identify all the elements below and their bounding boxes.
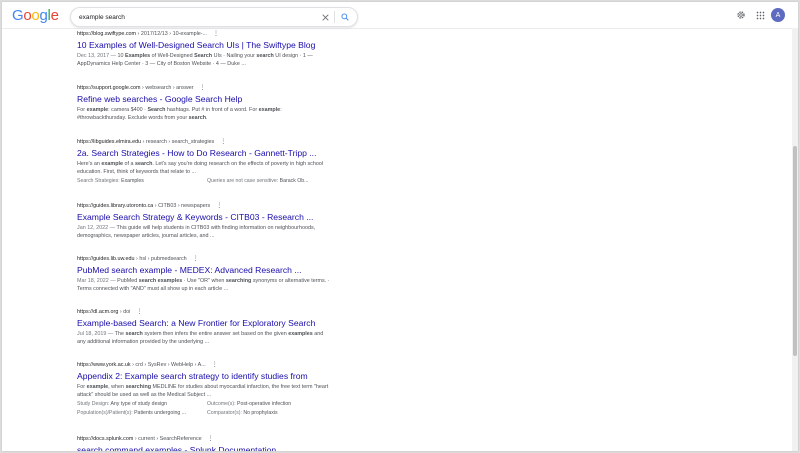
page-scrollbar[interactable] (792, 28, 798, 451)
result-title-link[interactable]: 2a. Search Strategies - How to Do Resear… (77, 147, 407, 159)
search-result: https://guides.lib.uw.edu › hsl › pubmed… (77, 255, 407, 293)
result-title-link[interactable]: Appendix 2: Example search strategy to i… (77, 370, 407, 382)
result-fact-value: Examples (121, 178, 144, 184)
result-fact-value: Post-operative infection (236, 401, 292, 407)
apps-button[interactable] (754, 9, 766, 21)
search-button[interactable] (338, 10, 352, 24)
result-fact: Population(s)/Patient(s): Patients under… (77, 409, 207, 417)
result-path: › 2017/12/13 › 10-example-... (136, 31, 208, 37)
search-result: https://docs.splunk.com › current › Sear… (77, 435, 407, 451)
result-fact-label: Comparator(s): (207, 410, 244, 416)
search-icon (341, 13, 349, 21)
result-path: › CITB03 › newspapers (153, 203, 211, 209)
result-fact: Comparator(s): No prophylaxis (207, 409, 337, 417)
result-path: › crd › SysRev › WebHelp › A... (130, 362, 206, 368)
result-snippet: For example: camera $400 · Search hashta… (77, 107, 282, 121)
result-snippet: For example, when searching MEDLINE for … (77, 384, 329, 398)
google-logo[interactable]: Google (12, 7, 59, 24)
result-fact-value: Barack Ob... (279, 178, 309, 184)
result-domain: https://guides.library.utoronto.ca (77, 203, 154, 209)
result-path: › websearch › answer (140, 85, 194, 91)
result-snippet: Dec 13, 2017 — 10 Examples of Well-Desig… (77, 53, 313, 67)
result-fact: Outcome(s): Post-operative infection (207, 400, 337, 408)
result-url[interactable]: https://docs.splunk.com › current › Sear… (77, 435, 407, 443)
result-domain: https://guides.lib.uw.edu (77, 256, 135, 262)
result-fact-label: Study Design: (77, 401, 111, 407)
result-fact-label: Search Strategies: (77, 178, 122, 184)
result-title-link[interactable]: Example Search Strategy & Keywords - CIT… (77, 211, 407, 223)
result-path: › hsl › pubmedsearch (134, 256, 187, 262)
result-url[interactable]: https://guides.library.utoronto.ca › CIT… (77, 202, 407, 210)
search-result: https://libguides.elmira.edu › research … (77, 138, 407, 185)
search-result: https://guides.library.utoronto.ca › CIT… (77, 202, 407, 240)
result-domain: https://blog.swiftype.com (77, 31, 137, 37)
result-domain: https://docs.splunk.com (77, 436, 134, 442)
more-options-icon[interactable]: ⋮ (200, 85, 206, 91)
clear-button[interactable] (319, 10, 331, 24)
result-url[interactable]: https://guides.lib.uw.edu › hsl › pubmed… (77, 255, 407, 263)
search-box (70, 7, 358, 27)
gear-icon (737, 11, 745, 19)
result-facts-row: Search Strategies: Examples Queries are n… (77, 177, 337, 185)
search-input[interactable] (79, 10, 309, 24)
result-title-link[interactable]: search command examples - Splunk Documen… (77, 444, 407, 451)
search-result: https://dl.acm.org › doi ⋮ Example-based S… (77, 308, 407, 346)
more-options-icon[interactable]: ⋮ (213, 31, 219, 37)
scrollbar-thumb[interactable] (793, 146, 797, 356)
result-url[interactable]: https://blog.swiftype.com › 2017/12/13 ›… (77, 30, 407, 38)
result-fact-label: Population(s)/Patient(s): (77, 410, 135, 416)
more-options-icon[interactable]: ⋮ (208, 436, 214, 442)
more-options-icon[interactable]: ⋮ (216, 203, 222, 209)
result-title-link[interactable]: Refine web searches - Google Search Help (77, 93, 407, 105)
result-fact: Queries are not case sensitive: Barack O… (207, 177, 337, 185)
close-icon (321, 13, 329, 21)
result-snippet: Jan 12, 2022 — This guide will help stud… (77, 225, 316, 239)
result-domain: https://www.york.ac.uk (77, 362, 131, 368)
result-fact-label: Queries are not case sensitive: (207, 178, 280, 184)
more-options-icon[interactable]: ⋮ (220, 139, 226, 145)
search-box-divider (334, 11, 335, 23)
search-result: https://www.york.ac.uk › crd › SysRev › … (77, 361, 407, 417)
settings-button[interactable] (735, 9, 747, 21)
search-result: https://support.google.com › websearch ›… (77, 84, 407, 122)
result-fact-value: Any type of study design (110, 401, 167, 407)
browser-window: Google example search A https://blog.swi… (2, 2, 798, 451)
result-url[interactable]: https://libguides.elmira.edu › research … (77, 138, 407, 146)
result-fact-value: Patients undergoing ... (134, 410, 187, 416)
search-result: https://blog.swiftype.com › 2017/12/13 ›… (77, 30, 407, 68)
account-avatar[interactable]: A (771, 8, 785, 22)
more-options-icon[interactable]: ⋮ (193, 256, 199, 262)
result-domain: https://dl.acm.org (77, 309, 119, 315)
result-facts-row: Study Design: Any type of study design Ou… (77, 400, 337, 408)
apps-grid-icon (756, 11, 764, 19)
result-snippet: Here's an example of a search. Let's say… (77, 161, 324, 175)
result-fact: Study Design: Any type of study design (77, 400, 207, 408)
result-path: › research › search_strategies (141, 139, 215, 145)
result-title-link[interactable]: Example-based Search: a New Frontier for… (77, 317, 407, 329)
result-url[interactable]: https://dl.acm.org › doi ⋮ (77, 308, 407, 316)
result-snippet: Mar 18, 2022 — PubMed search examples · … (77, 278, 330, 292)
result-title-link[interactable]: PubMed search example - MEDEX: Advanced … (77, 264, 407, 276)
result-fact-value: No prophylaxis (243, 410, 278, 416)
result-snippet: Jul 18, 2019 — The search system then in… (77, 331, 324, 345)
result-facts-row: Population(s)/Patient(s): Patients under… (77, 409, 337, 417)
result-url[interactable]: https://support.google.com › websearch ›… (77, 84, 407, 92)
result-path: › current › SearchReference (133, 436, 202, 442)
more-options-icon[interactable]: ⋮ (136, 309, 142, 315)
result-fact: Search Strategies: Examples (77, 177, 207, 185)
result-url[interactable]: https://www.york.ac.uk › crd › SysRev › … (77, 361, 407, 369)
result-domain: https://support.google.com (77, 85, 141, 91)
search-header: Google example search A (2, 2, 798, 29)
more-options-icon[interactable]: ⋮ (212, 362, 218, 368)
result-title-link[interactable]: 10 Examples of Well-Designed Search UIs … (77, 39, 407, 51)
result-path: › doi (118, 309, 131, 315)
result-fact-label: Outcome(s): (207, 401, 237, 407)
result-domain: https://libguides.elmira.edu (77, 139, 142, 145)
